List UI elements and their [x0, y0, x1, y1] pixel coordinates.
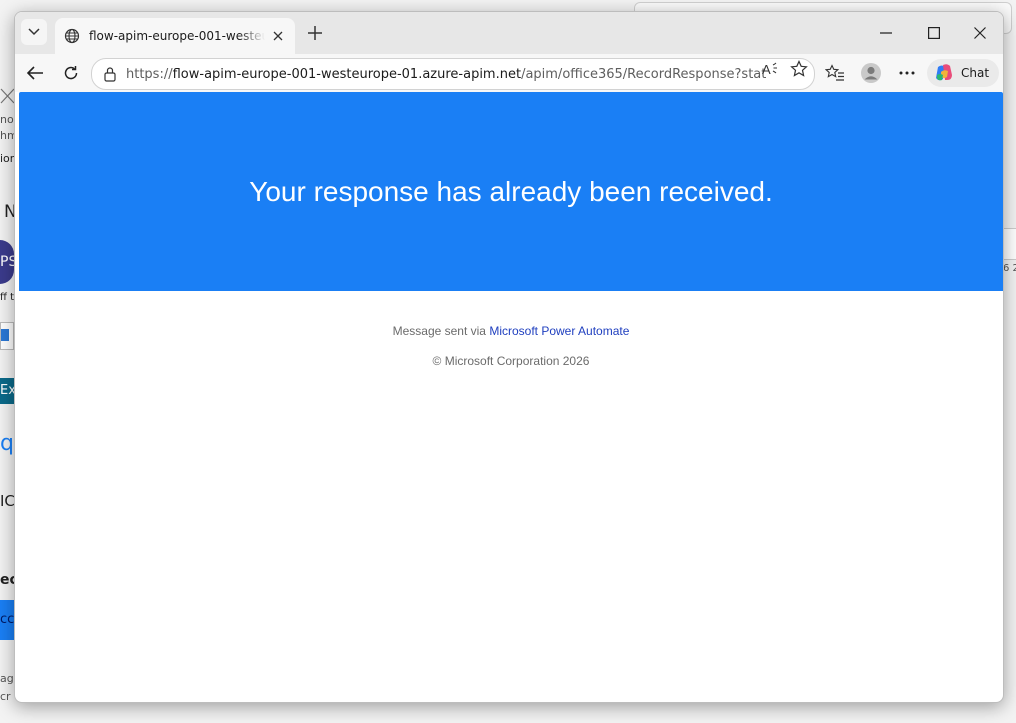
chevron-down-icon: [28, 28, 40, 36]
tab-bar: flow-apim-europe-001-westeurope-01: [15, 12, 1003, 54]
page-content: Your response has already been received.…: [19, 92, 1003, 698]
close-icon: [974, 27, 986, 39]
background-excel-tag: Ex: [0, 378, 14, 404]
background-avatar: PS: [0, 240, 14, 284]
tab-title: flow-apim-europe-001-westeurope-01: [89, 29, 265, 43]
plus-icon: [308, 26, 322, 40]
sent-via-line: Message sent via Microsoft Power Automat…: [19, 324, 1003, 338]
background-blue-button: cc: [0, 600, 14, 640]
url-text: https://flow-apim-europe-001-westeurope-…: [126, 67, 766, 82]
address-bar[interactable]: https://flow-apim-europe-001-westeurope-…: [91, 58, 815, 90]
browser-window: flow-apim-europe-001-westeurope-01: [14, 11, 1004, 703]
chat-label: Chat: [961, 66, 990, 80]
sent-via-text: Message sent via: [392, 324, 486, 338]
url-host: flow-apim-europe-001-westeurope-01.azure…: [172, 66, 522, 82]
background-close-icon: [0, 86, 14, 106]
url-scheme: https://: [126, 66, 173, 82]
url-path: /apim/office365/RecordResponse?stat...: [521, 66, 766, 82]
background-text-6: q: [0, 431, 14, 456]
background-text-7: IC: [0, 492, 14, 510]
tab-actions-button[interactable]: [21, 19, 47, 45]
copilot-icon: [933, 62, 955, 84]
minimize-button[interactable]: [871, 20, 901, 46]
favorites-list-icon: [825, 64, 844, 81]
background-text-5: ff t: [0, 292, 14, 303]
favorites-button[interactable]: [821, 59, 849, 87]
background-text-1: nov: [0, 113, 14, 126]
new-tab-button[interactable]: [303, 21, 327, 45]
lock-icon[interactable]: [102, 66, 118, 82]
copyright-text: © Microsoft Corporation 2026: [432, 354, 590, 368]
favorite-star-icon[interactable]: [789, 60, 809, 78]
maximize-icon: [928, 27, 940, 39]
page-title: Your response has already been received.: [249, 175, 773, 207]
background-right-button: [1003, 228, 1016, 260]
refresh-button[interactable]: [57, 59, 85, 87]
power-automate-link[interactable]: Microsoft Power Automate: [489, 324, 629, 338]
background-text-10: cr: [0, 690, 11, 703]
read-aloud-icon[interactable]: A: [761, 60, 781, 78]
background-text-2: hm: [0, 129, 14, 142]
minimize-icon: [880, 32, 892, 34]
background-text-11: 6 2: [1003, 263, 1016, 274]
more-dots-icon: [899, 71, 915, 75]
background-text-8: ect: [0, 572, 14, 588]
globe-icon: [63, 27, 81, 45]
browser-toolbar: https://flow-apim-europe-001-westeurope-…: [15, 54, 1003, 92]
background-text-9: ag: [0, 672, 14, 685]
maximize-button[interactable]: [919, 20, 949, 46]
copilot-chat-button[interactable]: Chat: [927, 59, 999, 87]
refresh-icon: [64, 66, 78, 80]
background-text-3: ion: [0, 152, 14, 165]
response-banner: Your response has already been received.: [19, 92, 1003, 291]
arrow-left-icon: [26, 66, 43, 80]
svg-text:A: A: [762, 62, 771, 77]
background-app-tile: [0, 322, 14, 350]
profile-button[interactable]: [857, 59, 885, 87]
back-button[interactable]: [21, 59, 49, 87]
active-tab[interactable]: flow-apim-europe-001-westeurope-01: [55, 18, 295, 54]
profile-avatar-icon: [861, 63, 881, 83]
more-menu-button[interactable]: [893, 59, 921, 87]
close-tab-icon[interactable]: [269, 27, 287, 45]
close-window-button[interactable]: [965, 20, 995, 46]
